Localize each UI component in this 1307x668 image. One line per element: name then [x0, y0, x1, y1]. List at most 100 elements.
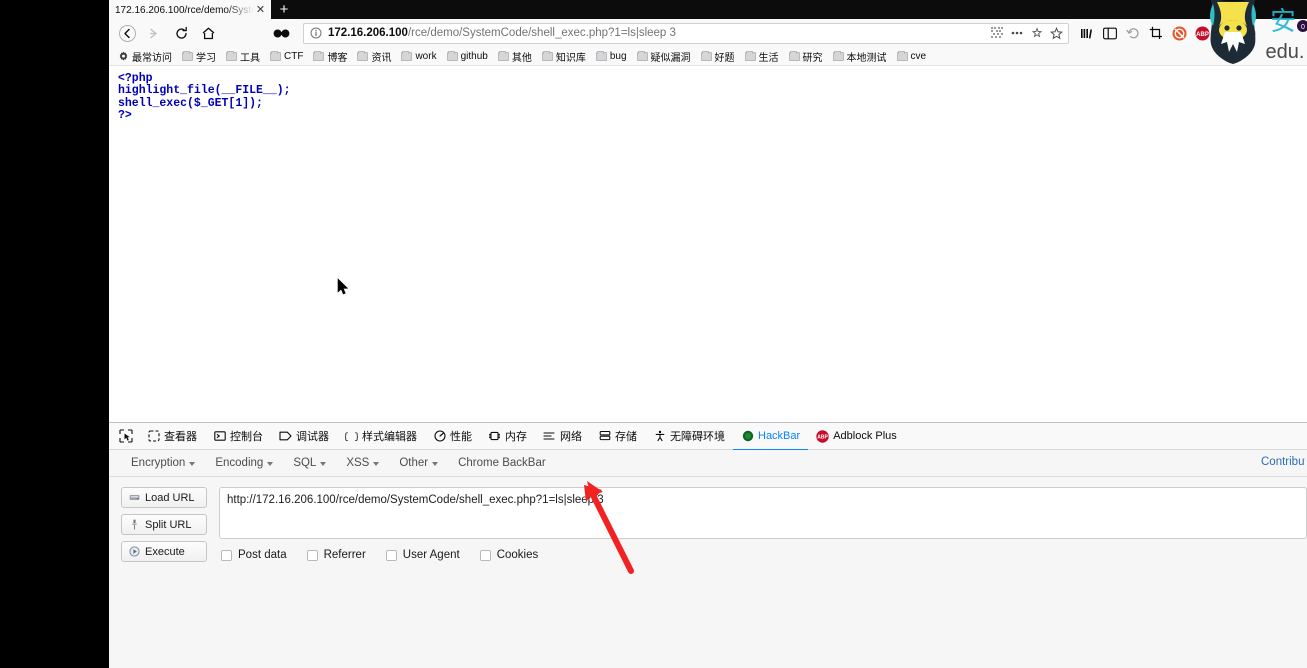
adblock-plus-icon[interactable]: ABP [1191, 22, 1213, 44]
bookmark-item-4[interactable]: 博客 [308, 48, 352, 65]
bookmark-item-10[interactable]: bug [591, 50, 632, 63]
folder-icon [636, 50, 648, 61]
bookmark-item-7[interactable]: github [442, 50, 493, 63]
devtools-tab-performance[interactable]: 性能 [425, 424, 480, 451]
hackbar-menu-encryption[interactable]: Encryption [121, 457, 205, 469]
url-domain: 172.16.206.100 [328, 27, 408, 39]
hackbar-input-area: http://172.16.206.100/rce/demo/SystemCod… [219, 487, 1307, 562]
checkbox-icon[interactable] [385, 549, 397, 561]
menu-label: Chrome BackBar [458, 457, 546, 469]
bookmark-label: 本地测试 [846, 52, 887, 64]
bookmark-item-12[interactable]: 好题 [696, 48, 740, 65]
account-icon[interactable] [1260, 22, 1302, 44]
bookmark-item-14[interactable]: 研究 [784, 48, 828, 65]
devtools-tab-label: 存储 [615, 431, 637, 443]
devtools-tab-accessibility[interactable]: 无障碍环境 [645, 424, 733, 451]
devtools-tab-hackbar[interactable]: HackBar [733, 424, 809, 451]
bookmark-item-6[interactable]: work [396, 50, 441, 63]
page-actions-icon[interactable] [1009, 26, 1024, 41]
home-icon[interactable] [195, 21, 221, 45]
undo-icon[interactable] [1122, 22, 1144, 44]
reload-icon[interactable] [168, 21, 194, 45]
bookmark-item-most-visited[interactable]: 最常访问 [113, 48, 177, 65]
reader-mode-icon[interactable] [1029, 26, 1044, 41]
page-content: <?php highlight_file(__FILE__); shell_ex… [109, 66, 1307, 418]
library-icon[interactable] [1076, 22, 1098, 44]
execute-icon [128, 546, 140, 558]
debugger-icon [279, 430, 292, 443]
menu-label: Other [399, 457, 429, 469]
element-picker-icon[interactable] [113, 423, 139, 450]
url-path: /rce/demo/SystemCode/shell_exec.php?1=ls… [407, 27, 676, 39]
sidebar-icon[interactable] [1099, 22, 1121, 44]
hackbar-menu-encoding[interactable]: Encoding [205, 457, 283, 469]
checkbox-icon[interactable] [479, 549, 491, 561]
new-tab-button[interactable]: + [271, 0, 297, 19]
checkbox-label: Cookies [496, 549, 539, 561]
hackbar-menu-other[interactable]: Other [389, 457, 448, 469]
referrer-checkbox[interactable]: Referrer [306, 549, 366, 561]
qr-code-icon[interactable] [989, 26, 1004, 41]
bookmark-label: 学习 [196, 52, 216, 64]
bookmark-item-1[interactable]: 学习 [177, 48, 221, 65]
devtools-tab-debugger[interactable]: 调试器 [271, 424, 337, 451]
browser-tab[interactable]: 172.16.206.100/rce/demo/SystemC ✕ [109, 0, 271, 19]
devtools-tab-console[interactable]: 控制台 [205, 424, 271, 451]
hackbar-body: Load URL Split URL Execute http://172.16… [109, 477, 1307, 562]
folder-icon [401, 50, 413, 61]
back-icon[interactable] [114, 21, 140, 45]
folder-icon [788, 50, 800, 61]
devtools-tab-label: 调试器 [296, 431, 329, 443]
globe-icon[interactable] [1214, 22, 1236, 44]
load-url-button[interactable]: Load URL [121, 487, 207, 508]
execute-button[interactable]: Execute [121, 541, 207, 562]
checkbox-icon[interactable] [221, 549, 232, 561]
bookmark-item-15[interactable]: 本地测试 [828, 48, 892, 65]
checkbox-icon[interactable] [306, 549, 318, 561]
tab-strip: 172.16.206.100/rce/demo/SystemC ✕ + [109, 0, 1307, 19]
bookmark-item-8[interactable]: 其他 [493, 48, 537, 65]
devtools-tab-style-editor[interactable]: { } 样式编辑器 [337, 424, 425, 451]
hackbar-menu-sql[interactable]: SQL [283, 457, 336, 469]
folder-icon [541, 50, 553, 61]
code-line-2: shell_exec($_GET[1]); [118, 96, 263, 110]
devtools-tab-storage[interactable]: 存储 [590, 424, 645, 451]
bookmark-label: 疑似漏洞 [650, 52, 691, 64]
hackbar-menu-xss[interactable]: XSS [336, 457, 389, 469]
close-icon[interactable]: ✕ [254, 4, 267, 17]
devtools-tab-memory[interactable]: 内存 [480, 424, 535, 451]
page-info-icon[interactable] [308, 26, 323, 41]
post-data-checkbox[interactable]: Post data [221, 549, 287, 561]
user-agent-checkbox[interactable]: User Agent [385, 549, 460, 561]
bookmark-item-13[interactable]: 生活 [740, 48, 784, 65]
devtools-tab-adblock-plus[interactable]: ABP Adblock Plus [808, 424, 905, 451]
bookmark-item-2[interactable]: 工具 [221, 48, 265, 65]
hackbar-menu-chrome-backbar[interactable]: Chrome BackBar [448, 457, 556, 469]
container-tabs-icon[interactable] [270, 22, 292, 44]
screenshot-crop-icon[interactable] [1145, 22, 1167, 44]
contribute-link[interactable]: Contribute [1261, 456, 1305, 468]
address-bar[interactable]: 172.16.206.100/rce/demo/SystemCode/shell… [303, 22, 1069, 44]
extension-icon-1[interactable] [1168, 22, 1190, 44]
developer-tools-panel: 查看器 控制台 调试器 { } 样式编辑器 性能 [109, 422, 1307, 668]
url-textarea[interactable]: http://172.16.206.100/rce/demo/SystemCod… [219, 487, 1307, 539]
checkbox-label: User Agent [402, 549, 460, 561]
folder-icon [896, 50, 908, 61]
bookmark-star-icon[interactable] [1049, 26, 1064, 41]
split-url-button[interactable]: Split URL [121, 514, 207, 535]
forward-icon[interactable] [141, 21, 167, 45]
devtools-tab-inspector[interactable]: 查看器 [139, 424, 205, 451]
button-label: Load URL [145, 491, 195, 504]
bookmark-label: 好题 [714, 52, 735, 64]
extension-icon-2[interactable] [1237, 22, 1259, 44]
bookmark-item-5[interactable]: 资讯 [352, 48, 396, 65]
devtools-tab-network[interactable]: 网络 [535, 424, 590, 451]
folder-icon [357, 50, 369, 61]
bookmark-item-11[interactable]: 疑似漏洞 [632, 48, 696, 65]
performance-icon [433, 430, 446, 443]
bookmark-item-9[interactable]: 知识库 [537, 48, 591, 65]
bookmark-item-3[interactable]: CTF [265, 50, 308, 63]
cookies-checkbox[interactable]: Cookies [479, 549, 539, 561]
bookmark-item-16[interactable]: cve [892, 50, 932, 63]
button-label: Execute [145, 545, 185, 558]
